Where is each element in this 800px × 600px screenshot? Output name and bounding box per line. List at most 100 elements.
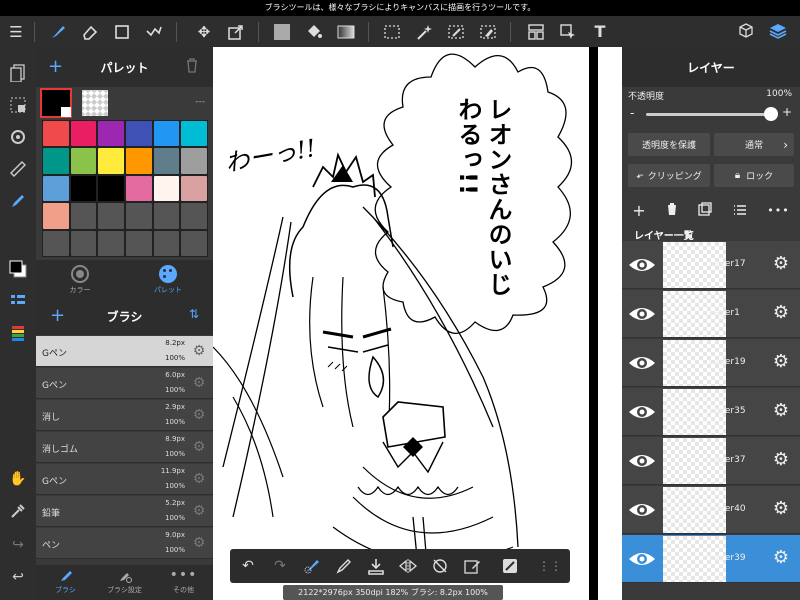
lock-button[interactable]: 🔒︎ ロック xyxy=(714,164,794,187)
color-swatch[interactable] xyxy=(125,203,152,229)
color-swatch[interactable] xyxy=(98,175,124,202)
color-swatch[interactable] xyxy=(70,121,97,147)
tab-palette[interactable]: パレット xyxy=(124,260,212,297)
redo-icon[interactable]: ↪ xyxy=(4,531,32,559)
tab-brush-settings[interactable]: ブラシ設定 xyxy=(95,565,154,600)
color-swatch[interactable] xyxy=(181,230,207,256)
panel-layout-icon[interactable] xyxy=(522,16,550,47)
color-swatch[interactable] xyxy=(98,148,124,174)
brush-item[interactable]: 鉛筆 5.2px 100% ⚙ xyxy=(36,496,213,527)
menu-icon[interactable]: ☰ xyxy=(2,16,30,47)
layers-icon[interactable] xyxy=(764,16,792,47)
material-icon[interactable] xyxy=(494,549,526,583)
eye-icon[interactable] xyxy=(626,351,658,375)
color-swatch[interactable] xyxy=(153,121,180,147)
layer-list-menu-icon[interactable] xyxy=(733,201,747,220)
gear-icon[interactable]: ⚙ xyxy=(770,449,792,471)
gradient-icon[interactable] xyxy=(332,16,360,47)
more-icon[interactable]: ••• xyxy=(767,204,789,217)
flip-icon[interactable] xyxy=(392,549,424,583)
gear-icon[interactable]: ⚙ xyxy=(191,503,207,519)
gear-icon[interactable]: ⚙ xyxy=(770,547,792,569)
select-cursor-icon[interactable] xyxy=(554,16,582,47)
select-edit-icon[interactable] xyxy=(456,549,488,583)
gear-icon[interactable]: ⚙ xyxy=(770,400,792,422)
layer-row[interactable]: Layer1 ⚙ xyxy=(622,290,800,338)
color-swatch[interactable] xyxy=(181,203,207,229)
color-swatch[interactable] xyxy=(153,175,180,202)
gear-icon[interactable]: ⚙ xyxy=(770,351,792,373)
opacity-slider-thumb[interactable] xyxy=(764,107,778,121)
eye-icon[interactable] xyxy=(626,253,658,277)
eye-icon[interactable] xyxy=(626,449,658,473)
rotate-reset-icon[interactable] xyxy=(424,549,456,583)
pen-icon[interactable] xyxy=(328,549,360,583)
delete-layer-icon[interactable] xyxy=(666,201,678,220)
color-swatch[interactable] xyxy=(70,175,97,202)
tab-color[interactable]: カラー xyxy=(36,260,124,297)
brush-item[interactable]: Gペン 6.0px 100% ⚙ xyxy=(36,368,213,399)
blend-mode-button[interactable]: 通常 › xyxy=(714,133,794,156)
bucket-icon[interactable] xyxy=(300,16,328,47)
transparent-color-swatch[interactable] xyxy=(82,90,108,116)
select-layer-icon[interactable] xyxy=(4,91,32,119)
add-brush-icon[interactable]: + xyxy=(50,305,65,326)
color-swatch[interactable] xyxy=(43,175,69,202)
fill-pattern-icon[interactable] xyxy=(140,16,168,47)
grid-handle-icon[interactable]: ⋮⋮ xyxy=(534,549,566,583)
select-pen-icon[interactable] xyxy=(442,16,470,47)
layer-row[interactable]: Layer35 ⚙ xyxy=(622,388,800,436)
brush-item[interactable]: ペン 9.0px 100% ⚙ xyxy=(36,528,213,559)
color-swatch[interactable] xyxy=(181,148,207,174)
foreground-color-swatch[interactable] xyxy=(40,88,72,118)
color-swatch[interactable] xyxy=(125,121,152,147)
color-swatch[interactable] xyxy=(98,121,124,147)
select-rect-icon[interactable] xyxy=(378,16,406,47)
eyedropper-icon[interactable] xyxy=(4,497,32,525)
trash-icon[interactable] xyxy=(185,57,199,76)
color-swatch[interactable] xyxy=(181,121,207,147)
undo-icon[interactable]: ↩ xyxy=(4,563,32,591)
duplicate-layer-icon[interactable] xyxy=(698,201,713,220)
gear-icon[interactable]: ⚙ xyxy=(191,343,207,359)
tab-brush[interactable]: ブラシ xyxy=(36,565,95,600)
magic-wand-icon[interactable] xyxy=(410,16,438,47)
text-icon[interactable]: T xyxy=(586,16,614,47)
gear-icon[interactable]: ⚙ xyxy=(770,253,792,275)
color-swatch[interactable] xyxy=(153,230,180,256)
select-eraser-icon[interactable] xyxy=(474,16,502,47)
color-swatch[interactable] xyxy=(43,203,69,229)
layer-list-icon[interactable] xyxy=(4,287,32,315)
layer-row[interactable]: Layer40 ⚙ xyxy=(622,486,800,534)
undo-button[interactable]: ↶ xyxy=(232,549,264,583)
rect-select-icon[interactable] xyxy=(108,16,136,47)
gear-icon[interactable]: ⚙ xyxy=(191,535,207,551)
transform-icon[interactable] xyxy=(222,16,250,47)
color-swatch[interactable] xyxy=(98,203,124,229)
pen-settings-icon[interactable] xyxy=(4,187,32,215)
eye-icon[interactable] xyxy=(626,400,658,424)
eye-icon[interactable] xyxy=(626,547,658,571)
color-swatch[interactable] xyxy=(125,230,152,256)
sort-icon[interactable]: ⇅ xyxy=(189,307,199,321)
color-swatch[interactable] xyxy=(153,148,180,174)
brush-cursor-icon[interactable] xyxy=(296,549,328,583)
color-swatch[interactable] xyxy=(43,230,69,256)
eye-icon[interactable] xyxy=(626,302,658,326)
gear-icon[interactable]: ⚙ xyxy=(191,407,207,423)
pages-icon[interactable] xyxy=(4,59,32,87)
color-swatch[interactable] xyxy=(70,203,97,229)
color-bars-icon[interactable] xyxy=(4,319,32,347)
clipping-button[interactable]: ⬐ クリッピング xyxy=(628,164,710,187)
color-swatch[interactable] xyxy=(153,203,180,229)
color-swatch[interactable] xyxy=(70,148,97,174)
tab-more[interactable]: ••• その他 xyxy=(154,565,213,600)
brush-icon[interactable] xyxy=(44,16,72,47)
move-icon[interactable]: ✥ xyxy=(190,16,218,47)
brush-item[interactable]: 消し 2.9px 100% ⚙ xyxy=(36,400,213,431)
layer-row[interactable]: Layer19 ⚙ xyxy=(622,339,800,387)
gear-icon[interactable]: ⚙ xyxy=(191,375,207,391)
hand-icon[interactable]: ✋ xyxy=(4,465,32,493)
protect-transparency-button[interactable]: 透明度を保護 xyxy=(628,133,710,156)
color-swatch[interactable] xyxy=(125,148,152,174)
